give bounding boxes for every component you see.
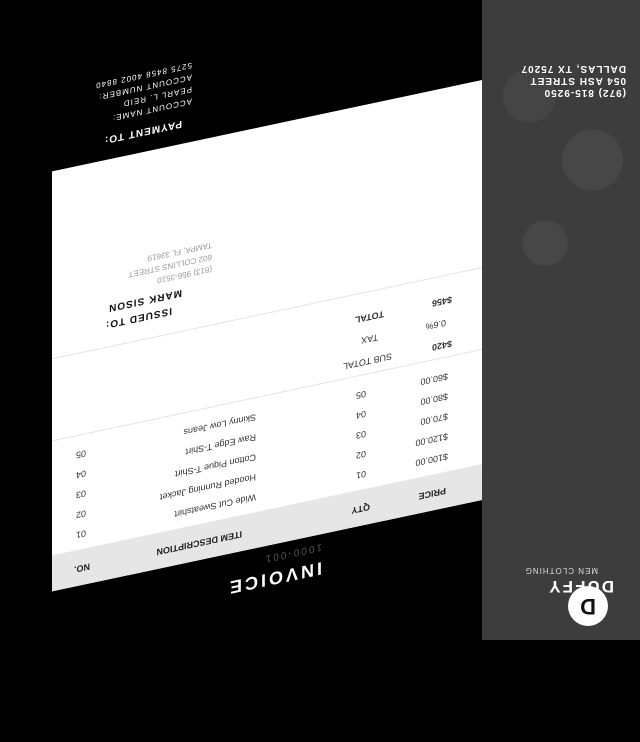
header-qty: QTY: [351, 501, 370, 516]
row-qty: 03: [355, 428, 366, 441]
row-qty: 02: [355, 448, 366, 461]
row-no: 02: [75, 508, 86, 521]
invoice-photo: D DUFFY MEN CLOTHING (972) 815-9250 054 …: [0, 0, 640, 640]
row-no: 05: [75, 448, 86, 461]
invoice-title: INVOICE: [226, 558, 322, 599]
brand-tagline: MEN CLOTHING: [524, 566, 598, 575]
brand-contact: (972) 815-9250 054 ASH STREET DALLAS, TX…: [521, 62, 626, 98]
header-description: ITEM DESCRIPTION: [156, 529, 242, 558]
row-no: 01: [75, 528, 86, 541]
brand-phone: (972) 815-9250: [543, 87, 626, 98]
row-qty: 01: [355, 468, 366, 481]
header-no: NO.: [73, 561, 90, 575]
row-price: $100.00: [415, 451, 448, 469]
invoice-sheet: INVOICE 1000-001 NO. ITEM DESCRIPTION QT…: [0, 0, 482, 742]
header-price: PRICE: [418, 485, 446, 502]
invoice-paper: NO. ITEM DESCRIPTION QTY PRICE 01 Wide C…: [52, 80, 482, 592]
subtotal-value: $420: [431, 338, 452, 353]
brand-street: 054 ASH STREET: [529, 75, 626, 86]
row-qty: 04: [355, 408, 366, 421]
brand-panel: D DUFFY MEN CLOTHING (972) 815-9250 054 …: [482, 0, 640, 640]
brand-name: DUFFY: [547, 577, 614, 596]
row-qty: 05: [355, 388, 366, 401]
row-no: 03: [75, 488, 86, 501]
brand-city: DALLAS, TX 75207: [520, 63, 626, 74]
row-no: 04: [75, 468, 86, 481]
payment-heading: PAYMENT TO:: [103, 117, 182, 146]
